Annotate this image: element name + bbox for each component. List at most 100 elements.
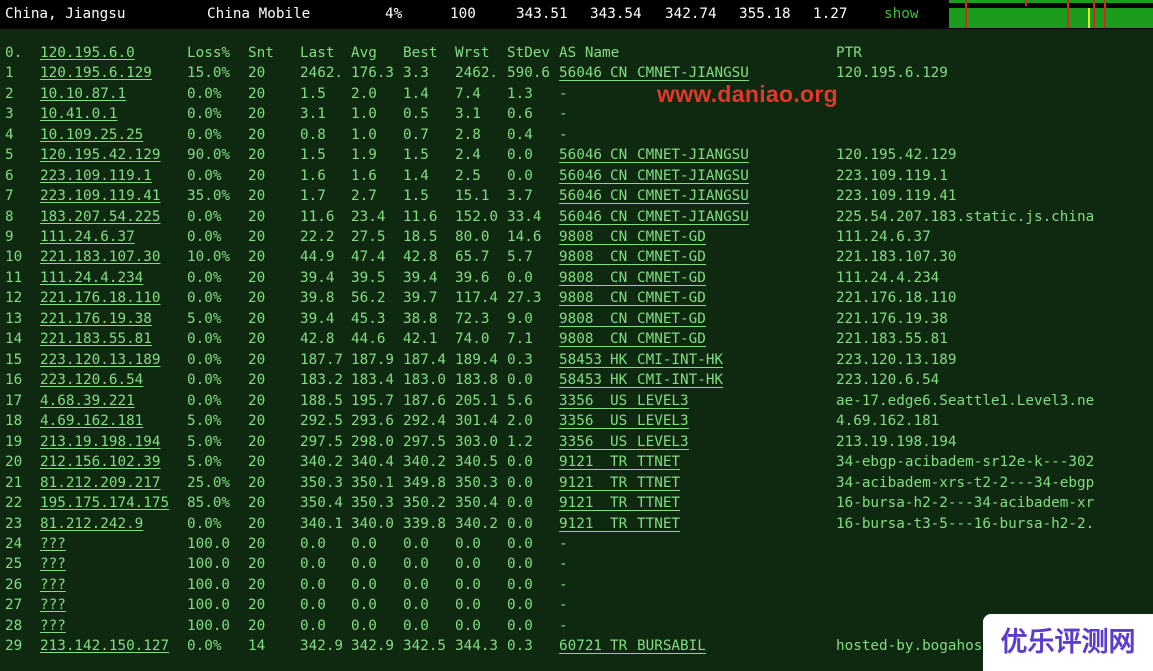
last-latency: 0.0 (300, 617, 326, 634)
hop-host-link[interactable]: 10.10.87.1 (40, 84, 126, 104)
hop-row: 16 223.120.6.54 0.0% 20 183.2 183.4 183.… (0, 370, 1153, 390)
hop-host-link[interactable]: ??? (40, 616, 66, 636)
hop-host-link[interactable]: 4.69.162.181 (40, 411, 143, 431)
watermark-text: www.daniao.org (657, 81, 838, 107)
hop-host-link[interactable]: 221.176.18.110 (40, 288, 161, 308)
as-name-link[interactable]: 56046 CN CMNET-JIANGSU (559, 207, 749, 227)
last-latency: 0.8 (300, 126, 326, 143)
as-name-link[interactable]: 60721 TR BURSABIL (559, 636, 706, 656)
graph-top-strip (949, 0, 1153, 3)
hop-host-link[interactable]: 111.24.6.37 (40, 227, 135, 247)
hop-host-link[interactable]: ??? (40, 554, 66, 574)
as-name-link[interactable]: 56046 CN CMNET-JIANGSU (559, 186, 749, 206)
hop-host-link[interactable]: 221.176.19.38 (40, 309, 152, 329)
stdev-latency: 0.6 (507, 106, 533, 123)
hop-host-link[interactable]: 213.142.150.127 (40, 636, 169, 656)
last-latency: 39.4 (300, 269, 335, 286)
hop-host-link[interactable]: ??? (40, 534, 66, 554)
as-name-link[interactable]: 3356 US LEVEL3 (559, 391, 689, 411)
avg-latency: 195.7 (351, 392, 395, 409)
worst-latency: 2.4 (455, 147, 481, 164)
hop-number: 28 (5, 617, 23, 634)
stdev-latency: 590.6 (507, 65, 551, 82)
show-details-link[interactable]: show (884, 0, 918, 28)
asn: 58453 (559, 372, 603, 389)
hop-host-link[interactable]: 10.109.25.25 (40, 125, 143, 145)
hop-host-link[interactable]: 223.109.119.41 (40, 186, 161, 206)
as-name-link[interactable]: 9808 CN CMNET-GD (559, 329, 706, 349)
as-name-link[interactable]: 3356 US LEVEL3 (559, 432, 689, 452)
as-name-link[interactable]: 9121 TR TTNET (559, 452, 681, 472)
asn: 60721 (559, 638, 603, 655)
as-name-link[interactable]: 58453 HK CMI-INT-HK (559, 350, 724, 370)
hop-host-link[interactable]: 195.175.174.175 (40, 493, 169, 513)
as-name-link[interactable]: 58453 HK CMI-INT-HK (559, 370, 724, 390)
asn: - (559, 556, 568, 573)
hop-number: 29 (5, 638, 23, 655)
hop-host-link[interactable]: 81.212.242.9 (40, 514, 143, 534)
hop-host-link[interactable]: 4.68.39.221 (40, 391, 135, 411)
country-code: US (610, 413, 628, 430)
hop-host-link[interactable]: 120.195.42.129 (40, 145, 161, 165)
last-latency: 187.7 (300, 351, 344, 368)
hop-host-link[interactable]: 212.156.102.39 (40, 452, 161, 472)
hop-host-link[interactable]: 81.212.209.217 (40, 473, 161, 493)
hop-host-link[interactable]: 10.41.0.1 (40, 104, 117, 124)
worst-latency: 2.8 (455, 126, 481, 143)
best-latency: 42.8 (403, 249, 438, 266)
hop-host-link[interactable]: 120.195.6.129 (40, 63, 152, 83)
hop-host-link[interactable]: 223.109.119.1 (40, 166, 152, 186)
hop-host-link[interactable]: 111.24.4.234 (40, 268, 143, 288)
as-name-link: - (559, 104, 637, 124)
hop-host-link[interactable]: ??? (40, 575, 66, 595)
hop-host-link[interactable]: 221.183.55.81 (40, 329, 152, 349)
stdev-latency: 0.3 (507, 351, 533, 368)
as-name: LEVEL3 (637, 413, 689, 430)
hop-host-link[interactable]: 183.207.54.225 (40, 207, 161, 227)
avg-latency: 1.6 (351, 167, 377, 184)
as-name: CMI-INT-HK (637, 372, 724, 389)
as-name: TTNET (637, 515, 681, 532)
hop-host-link[interactable]: ??? (40, 595, 66, 615)
as-name-link[interactable]: 9121 TR TTNET (559, 493, 681, 513)
best-latency: 0.5 (403, 106, 429, 123)
as-name-link[interactable]: 9121 TR TTNET (559, 473, 681, 493)
summary-last: 343.51 (516, 6, 568, 22)
as-name-link[interactable]: 3356 US LEVEL3 (559, 411, 689, 431)
worst-latency: 205.1 (455, 392, 499, 409)
as-name-link[interactable]: 56046 CN CMNET-JIANGSU (559, 166, 749, 186)
loss-percent: 0.0% (187, 208, 222, 225)
as-name: LEVEL3 (637, 392, 689, 409)
header-stdev: StDev (507, 44, 551, 61)
hop-host-link[interactable]: 213.19.198.194 (40, 432, 161, 452)
loss-percent: 100.0 (187, 536, 231, 552)
stdev-latency: 0.0 (507, 536, 533, 552)
hop-host-link[interactable]: 223.120.13.189 (40, 350, 161, 370)
sent-count: 20 (248, 208, 266, 225)
as-name-link[interactable]: 9808 CN CMNET-GD (559, 309, 706, 329)
last-latency: 0.0 (300, 576, 326, 593)
as-name-link[interactable]: 9808 CN CMNET-GD (559, 227, 706, 247)
as-name-link[interactable]: 9121 TR TTNET (559, 514, 681, 534)
summary-sent: 100 (450, 6, 476, 22)
country-code: CN (610, 269, 628, 286)
asn: 9121 (559, 515, 594, 532)
as-name: CMNET-GD (637, 331, 706, 348)
country-code: CN (610, 65, 628, 82)
as-name-link[interactable]: 56046 CN CMNET-JIANGSU (559, 145, 749, 165)
last-latency: 350.4 (300, 495, 344, 512)
sent-count: 20 (248, 372, 266, 389)
as-name-link[interactable]: 9808 CN CMNET-GD (559, 288, 706, 308)
as-name-link[interactable]: 9808 CN CMNET-GD (559, 268, 706, 288)
as-name: CMI-INT-HK (637, 351, 724, 368)
hop-host-link[interactable]: 221.183.107.30 (40, 247, 161, 267)
isp-label: China Mobile (207, 6, 311, 22)
loss-percent: 0.0% (187, 228, 222, 245)
hop-host-link[interactable]: 223.120.6.54 (40, 370, 143, 390)
header-host-link[interactable]: 120.195.6.0 (40, 43, 135, 63)
hop-number: 19 (5, 433, 23, 450)
last-latency: 297.5 (300, 433, 344, 450)
sent-count: 20 (248, 228, 266, 245)
hop-row: 1 120.195.6.129 15.0% 20 2462. 176.3 3.3… (0, 63, 1153, 83)
as-name-link[interactable]: 9808 CN CMNET-GD (559, 247, 706, 267)
